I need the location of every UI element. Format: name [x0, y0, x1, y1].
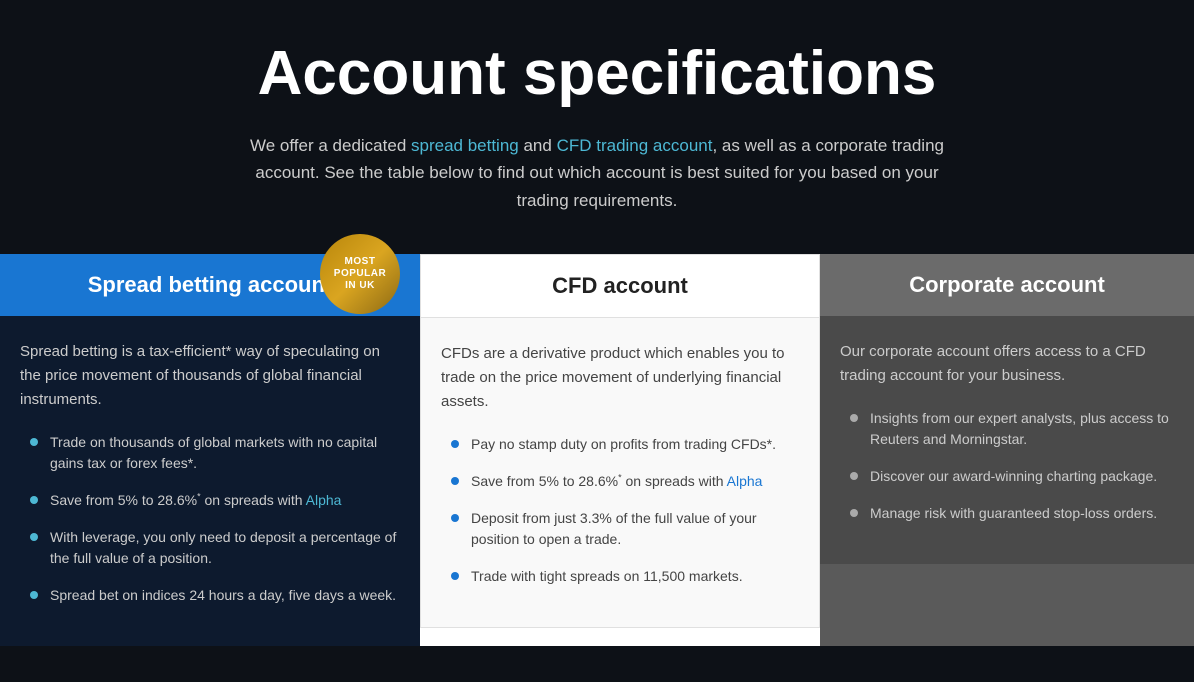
bullet-icon [30, 438, 38, 446]
corporate-title: Corporate account [909, 272, 1105, 297]
bullet-text: Save from 5% to 28.6%* on spreads with A… [50, 490, 341, 511]
header-section: Account specifications We offer a dedica… [0, 0, 1194, 254]
list-item: Spread bet on indices 24 hours a day, fi… [20, 585, 400, 606]
cfd-column: CFD account CFDs are a derivative produc… [420, 254, 820, 646]
bullet-text: With leverage, you only need to deposit … [50, 527, 400, 569]
spread-betting-intro: Spread betting is a tax-efficient* way o… [20, 340, 400, 412]
page-wrapper: Account specifications We offer a dedica… [0, 0, 1194, 682]
bullet-text: Spread bet on indices 24 hours a day, fi… [50, 585, 396, 606]
bullet-text: Pay no stamp duty on profits from tradin… [471, 434, 776, 455]
subtitle: We offer a dedicated spread betting and … [247, 132, 947, 214]
bullet-icon [850, 414, 858, 422]
alpha-link[interactable]: Alpha [306, 492, 342, 508]
columns-section: Spread betting account MOSTPOPULARIN UK … [0, 254, 1194, 646]
list-item: Manage risk with guaranteed stop-loss or… [840, 503, 1174, 524]
bullet-icon [451, 514, 459, 522]
most-popular-badge: MOSTPOPULARIN UK [320, 234, 400, 314]
list-item: Insights from our expert analysts, plus … [840, 408, 1174, 450]
spread-betting-header: Spread betting account MOSTPOPULARIN UK [0, 254, 420, 316]
alpha-link-cfd[interactable]: Alpha [727, 473, 763, 489]
cfd-body: CFDs are a derivative product which enab… [420, 318, 820, 628]
bullet-icon [30, 591, 38, 599]
page-title: Account specifications [100, 40, 1094, 108]
corporate-header: Corporate account [820, 254, 1194, 316]
spread-betting-link[interactable]: spread betting [411, 136, 519, 155]
bullet-text: Save from 5% to 28.6%* on spreads with A… [471, 471, 762, 492]
list-item: Trade with tight spreads on 11,500 marke… [441, 566, 799, 587]
cfd-title: CFD account [552, 273, 688, 298]
bullet-icon [451, 477, 459, 485]
bullet-text: Trade on thousands of global markets wit… [50, 432, 400, 474]
corporate-body: Our corporate account offers access to a… [820, 316, 1194, 564]
list-item: With leverage, you only need to deposit … [20, 527, 400, 569]
corporate-intro: Our corporate account offers access to a… [840, 340, 1174, 388]
bullet-text: Discover our award-winning charting pack… [870, 466, 1157, 487]
cfd-header: CFD account [420, 254, 820, 318]
list-item: Save from 5% to 28.6%* on spreads with A… [441, 471, 799, 492]
subtitle-text1: We offer a dedicated [250, 136, 411, 155]
bullet-icon [30, 533, 38, 541]
corporate-column: Corporate account Our corporate account … [820, 254, 1194, 646]
bullet-icon [30, 496, 38, 504]
list-item: Deposit from just 3.3% of the full value… [441, 508, 799, 550]
spread-betting-title: Spread betting account [88, 272, 332, 297]
list-item: Pay no stamp duty on profits from tradin… [441, 434, 799, 455]
bullet-icon [850, 472, 858, 480]
bullet-icon [850, 509, 858, 517]
bullet-text: Trade with tight spreads on 11,500 marke… [471, 566, 743, 587]
cfd-link[interactable]: CFD trading account [557, 136, 713, 155]
list-item: Save from 5% to 28.6%* on spreads with A… [20, 490, 400, 511]
bullet-icon [451, 572, 459, 580]
subtitle-text2: and [519, 136, 557, 155]
list-item: Trade on thousands of global markets wit… [20, 432, 400, 474]
bullet-text: Manage risk with guaranteed stop-loss or… [870, 503, 1157, 524]
bullet-text: Deposit from just 3.3% of the full value… [471, 508, 799, 550]
spread-betting-body: Spread betting is a tax-efficient* way o… [0, 316, 420, 646]
bullet-icon [451, 440, 459, 448]
cfd-intro: CFDs are a derivative product which enab… [441, 342, 799, 414]
spread-betting-column: Spread betting account MOSTPOPULARIN UK … [0, 254, 420, 646]
list-item: Discover our award-winning charting pack… [840, 466, 1174, 487]
bullet-text: Insights from our expert analysts, plus … [870, 408, 1174, 450]
